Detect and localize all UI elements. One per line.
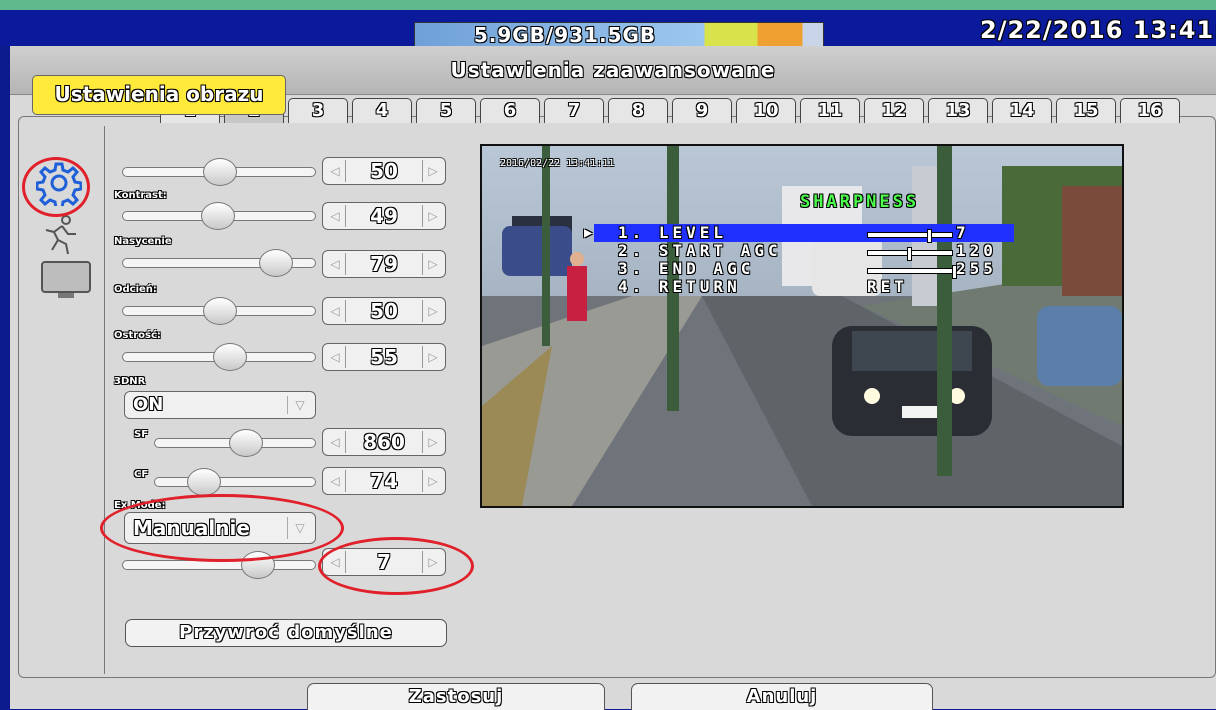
osd-cursor-icon: ▶: [584, 225, 593, 241]
hue-slider[interactable]: [122, 297, 316, 325]
tab-6[interactable]: 6: [480, 98, 540, 123]
brightness-slider-knob[interactable]: [203, 158, 237, 186]
osd-start-agc-bar: [867, 247, 953, 261]
osd-item-level: 1. LEVEL: [618, 223, 728, 242]
camera-preview: 2016/02/22 13:41:11 SHARPNESS ▶ 1. LEVEL…: [480, 144, 1124, 508]
annotation-circle-ex-level: [318, 537, 474, 595]
chevron-down-icon[interactable]: ▽: [287, 396, 312, 414]
chevron-left-icon[interactable]: ◁: [325, 346, 346, 368]
brightness-value: 50: [370, 159, 398, 183]
sf-slider[interactable]: [154, 429, 316, 457]
sf-slider-knob[interactable]: [228, 429, 263, 457]
hue-label: Odcień:: [114, 284, 157, 295]
storage-usage-text: 5.9GB/931.5GB: [473, 23, 657, 47]
image-settings-tooltip: Ustawienia obrazu: [32, 75, 286, 115]
datetime-display: 2/22/2016 13:41:: [980, 16, 1216, 44]
contrast-slider-knob[interactable]: [201, 202, 236, 230]
dnr-select-value: ON: [133, 394, 164, 415]
chevron-left-icon[interactable]: ◁: [325, 470, 346, 492]
sharpness-value: 55: [370, 345, 398, 369]
restore-defaults-button[interactable]: Przywroć domyślne: [125, 619, 447, 647]
chevron-left-icon[interactable]: ◁: [325, 205, 346, 227]
osd-item-return: 4. RETURN: [618, 277, 741, 296]
hue-slider-knob[interactable]: [203, 297, 237, 325]
contrast-slider[interactable]: [122, 202, 316, 230]
tab-3[interactable]: 3: [288, 98, 348, 123]
annotation-circle-gear: [22, 157, 90, 217]
sharpness-slider[interactable]: [122, 343, 316, 371]
brightness-slider[interactable]: [122, 158, 316, 186]
tab-15[interactable]: 15: [1056, 98, 1116, 123]
brightness-stepper[interactable]: ◁ 50 ▷: [322, 157, 446, 185]
hue-stepper[interactable]: ◁ 50 ▷: [322, 297, 446, 325]
sharpness-slider-knob[interactable]: [212, 343, 247, 371]
saturation-slider-knob[interactable]: [258, 249, 293, 277]
osd-item-start-agc: 2. START AGC: [618, 241, 782, 260]
chevron-right-icon[interactable]: ▷: [422, 253, 443, 275]
osd-menu-title: SHARPNESS: [800, 192, 920, 212]
chevron-right-icon[interactable]: ▷: [422, 346, 443, 368]
chevron-left-icon[interactable]: ◁: [325, 300, 346, 322]
tab-11[interactable]: 11: [800, 98, 860, 123]
sf-stepper[interactable]: ◁ 860 ▷: [322, 428, 446, 456]
saturation-stepper[interactable]: ◁ 79 ▷: [322, 250, 446, 278]
tab-14[interactable]: 14: [992, 98, 1052, 123]
top-green-strip: [0, 0, 1216, 10]
contrast-value: 49: [370, 204, 398, 228]
channel-tabs: 1 2 3 4 5 6 7 8 9 10 11 12 13 14 15 16: [160, 98, 1184, 124]
tab-5[interactable]: 5: [416, 98, 476, 123]
tab-9[interactable]: 9: [672, 98, 732, 123]
running-person-icon[interactable]: [36, 212, 82, 258]
sharpness-stepper[interactable]: ◁ 55 ▷: [322, 343, 446, 371]
tab-10[interactable]: 10: [736, 98, 796, 123]
cf-stepper[interactable]: ◁ 74 ▷: [322, 467, 446, 495]
saturation-value: 79: [370, 252, 398, 276]
monitor-icon[interactable]: [40, 260, 92, 306]
cf-slider-knob[interactable]: [187, 468, 221, 496]
contrast-label: Kontrast:: [114, 190, 167, 201]
sf-value: 860: [363, 430, 405, 454]
annotation-circle-ex-mode: [100, 494, 344, 562]
osd-level-marker: [926, 229, 932, 243]
osd-return-value: RET: [867, 277, 908, 296]
chevron-right-icon[interactable]: ▷: [422, 431, 443, 453]
osd-start-agc-marker: [907, 247, 913, 261]
chevron-right-icon[interactable]: ▷: [422, 205, 443, 227]
dnr-select[interactable]: ON ▽: [124, 391, 316, 419]
tab-13[interactable]: 13: [928, 98, 988, 123]
apply-button[interactable]: Zastosuj: [307, 683, 605, 710]
saturation-slider[interactable]: [122, 249, 316, 277]
chevron-right-icon[interactable]: ▷: [422, 470, 443, 492]
hue-value: 50: [370, 299, 398, 323]
osd-level-value: 7: [956, 223, 970, 242]
chevron-right-icon[interactable]: ▷: [422, 160, 443, 182]
cf-label: CF: [134, 469, 149, 480]
preview-timestamp: 2016/02/22 13:41:11: [500, 158, 615, 169]
tab-8[interactable]: 8: [608, 98, 668, 123]
tab-12[interactable]: 12: [864, 98, 924, 123]
chevron-left-icon[interactable]: ◁: [325, 431, 346, 453]
sharpness-label: Ostrość:: [114, 330, 161, 341]
dnr-label: 3DNR: [114, 376, 146, 387]
chevron-left-icon[interactable]: ◁: [325, 160, 346, 182]
cf-value: 74: [370, 469, 398, 493]
cf-slider[interactable]: [154, 468, 316, 496]
chevron-right-icon[interactable]: ▷: [422, 300, 443, 322]
osd-level-bar: [867, 229, 953, 243]
tab-16[interactable]: 16: [1120, 98, 1180, 123]
saturation-label: Nasycenie: [114, 236, 172, 247]
chevron-left-icon[interactable]: ◁: [325, 253, 346, 275]
cancel-button[interactable]: Anuluj: [631, 683, 933, 710]
osd-start-agc-value: 120: [956, 241, 997, 260]
contrast-stepper[interactable]: ◁ 49 ▷: [322, 202, 446, 230]
storage-usage-bar: 5.9GB/931.5GB: [414, 22, 824, 48]
tab-7[interactable]: 7: [544, 98, 604, 123]
tab-4[interactable]: 4: [352, 98, 412, 123]
osd-end-agc-bar: [867, 265, 957, 279]
osd-end-agc-value: 255: [956, 259, 997, 278]
osd-item-end-agc: 3. END AGC: [618, 259, 755, 278]
sf-label: SF: [134, 429, 149, 440]
